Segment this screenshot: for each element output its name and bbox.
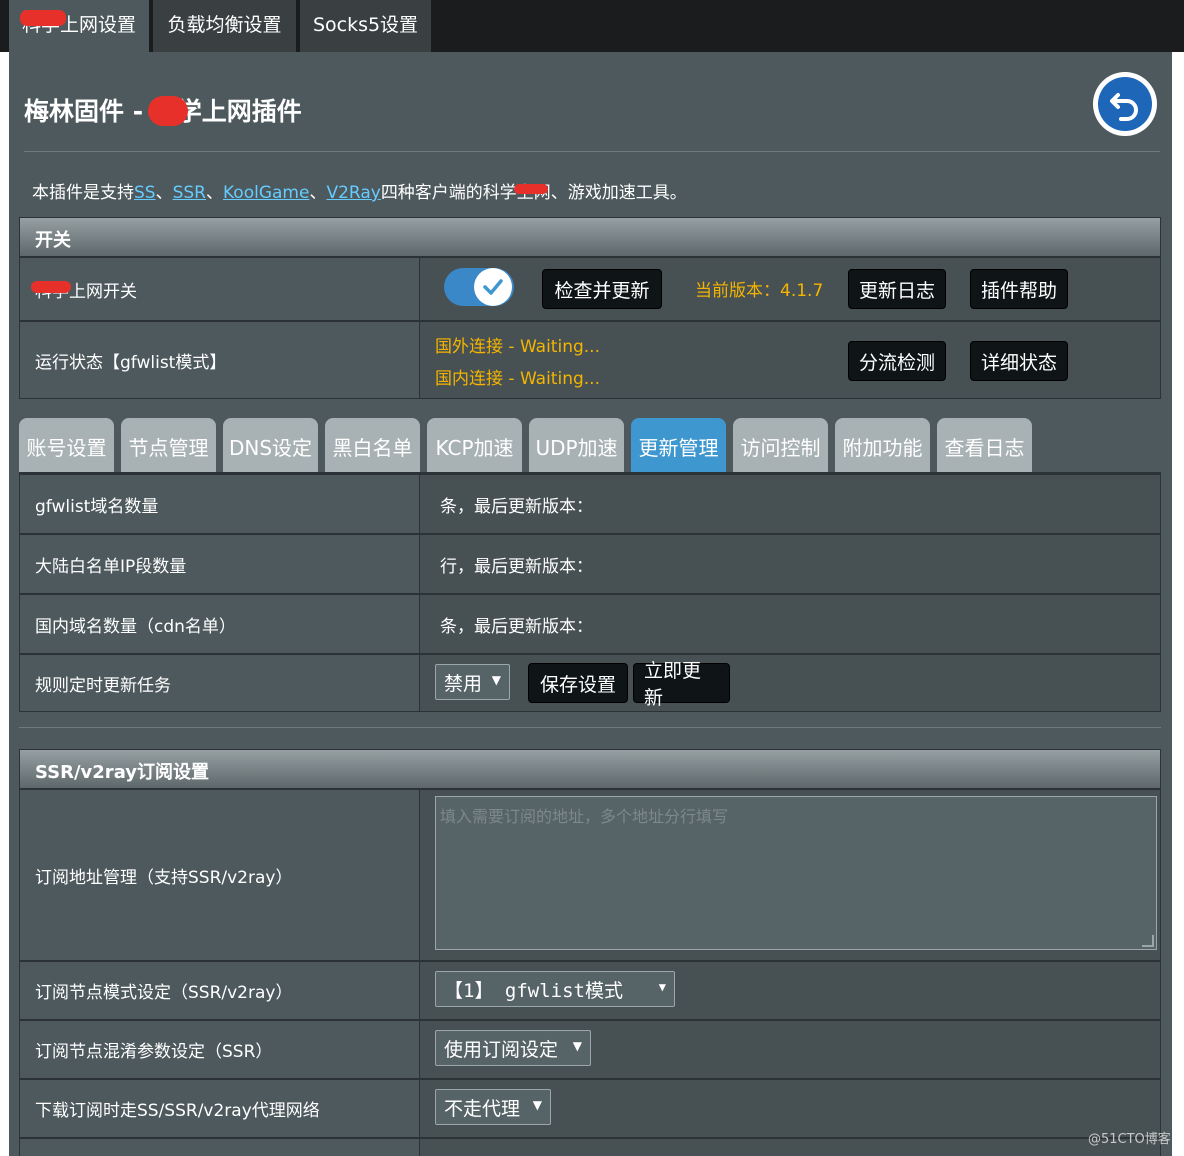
tab-dns[interactable]: DNS设定: [223, 418, 318, 474]
dropdown-arrow-icon: ▼: [572, 1039, 582, 1053]
tab-access-control[interactable]: 访问控制: [733, 418, 828, 474]
foreign-connection-status: 国外连接 - Waiting...: [435, 337, 600, 357]
checkmark-icon: [474, 268, 512, 306]
redaction-mark: [148, 96, 188, 126]
download-proxy-label: 下载订阅时走SS/SSR/v2ray代理网络: [20, 1080, 420, 1137]
schedule-select[interactable]: 禁用 ▼: [435, 664, 510, 700]
changelog-button[interactable]: 更新日志: [848, 269, 946, 309]
node-mode-row: 订阅节点模式设定（SSR/v2ray） 【1】 gfwlist模式 ▼: [19, 961, 1161, 1020]
proxy-switch-row: 科学上网开关 检查并更新 当前版本：4.1.7 更新日志 插件帮助: [19, 257, 1161, 321]
watermark: @51CTO博客: [1088, 1132, 1171, 1147]
schedule-row: 规则定时更新任务 禁用 ▼ 保存设置 立即更新: [19, 654, 1161, 712]
obfs-label: 订阅节点混淆参数设定（SSR）: [20, 1021, 420, 1078]
tab-socks5[interactable]: Socks5设置: [300, 0, 431, 52]
split-check-button[interactable]: 分流检测: [848, 341, 946, 381]
gfwlist-count-label: gfwlist域名数量: [20, 475, 420, 533]
link-v2ray[interactable]: V2Ray: [326, 183, 380, 203]
node-mode-select[interactable]: 【1】 gfwlist模式 ▼: [435, 971, 675, 1007]
top-tab-bar: 科学上网设置 负载均衡设置 Socks5设置: [0, 0, 1184, 52]
run-status-row: 运行状态【gfwlist模式】 国外连接 - Waiting... 国内连接 -…: [19, 321, 1161, 399]
proxy-toggle[interactable]: [444, 268, 514, 306]
next-row-partial: [19, 1138, 1161, 1156]
obfs-row: 订阅节点混淆参数设定（SSR） 使用订阅设定 ▼: [19, 1020, 1161, 1079]
resize-handle-icon[interactable]: [1142, 935, 1154, 947]
china-ip-count-row: 大陆白名单IP段数量 行，最后更新版本：: [19, 534, 1161, 594]
china-ip-count-value: 行，最后更新版本：: [440, 557, 593, 577]
gfwlist-count-row: gfwlist域名数量 条，最后更新版本：: [19, 474, 1161, 534]
dropdown-arrow-icon: ▼: [658, 980, 666, 994]
tab-update-management[interactable]: 更新管理: [631, 418, 726, 474]
cdn-count-row: 国内域名数量（cdn名单） 条，最后更新版本：: [19, 594, 1161, 654]
link-koolgame[interactable]: KoolGame: [223, 183, 309, 203]
china-ip-count-label: 大陆白名单IP段数量: [20, 535, 420, 593]
cdn-count-value: 条，最后更新版本：: [440, 617, 593, 637]
version-text: 当前版本：4.1.7: [695, 281, 824, 301]
cdn-count-label: 国内域名数量（cdn名单）: [20, 595, 420, 653]
download-proxy-select[interactable]: 不走代理 ▼: [435, 1089, 551, 1125]
subscription-address-textarea[interactable]: 填入需要订阅的地址，多个地址分行填写: [435, 796, 1157, 950]
save-settings-button[interactable]: 保存设置: [528, 663, 628, 703]
tab-proxy-settings[interactable]: 科学上网设置: [9, 0, 149, 52]
dropdown-arrow-icon: ▼: [491, 673, 501, 687]
dropdown-arrow-icon: ▼: [532, 1098, 542, 1112]
subscription-address-row: 订阅地址管理（支持SSR/v2ray） 填入需要订阅的地址，多个地址分行填写: [19, 789, 1161, 961]
schedule-label: 规则定时更新任务: [20, 655, 420, 711]
domestic-connection-status: 国内连接 - Waiting...: [435, 369, 600, 389]
redaction-mark: [20, 10, 66, 26]
tab-load-balance[interactable]: 负载均衡设置: [153, 0, 296, 52]
intro-text: 本插件是支持SS、SSR、KoolGame、V2Ray四种客户端的科学上网、游戏…: [32, 183, 687, 203]
link-ss[interactable]: SS: [134, 183, 156, 203]
update-now-button[interactable]: 立即更新: [633, 660, 730, 709]
tab-nodes[interactable]: 节点管理: [121, 418, 216, 474]
tab-account[interactable]: 账号设置: [19, 418, 114, 474]
proxy-switch-label: 科学上网开关: [20, 258, 420, 320]
run-status-label: 运行状态【gfwlist模式】: [20, 322, 420, 398]
section-header-switch: 开关: [19, 217, 1161, 257]
tab-udp[interactable]: UDP加速: [529, 418, 624, 474]
obfs-select[interactable]: 使用订阅设定 ▼: [435, 1030, 591, 1066]
link-ssr[interactable]: SSR: [173, 183, 206, 203]
detail-status-button[interactable]: 详细状态: [970, 341, 1068, 381]
plugin-help-button[interactable]: 插件帮助: [970, 269, 1068, 309]
download-proxy-row: 下载订阅时走SS/SSR/v2ray代理网络 不走代理 ▼: [19, 1079, 1161, 1138]
tab-blackwhite-list[interactable]: 黑白名单: [325, 418, 420, 474]
section-header-subscription: SSR/v2ray订阅设置: [19, 749, 1161, 789]
node-mode-label: 订阅节点模式设定（SSR/v2ray）: [20, 962, 420, 1019]
check-update-button[interactable]: 检查并更新: [542, 269, 662, 309]
gfwlist-count-value: 条，最后更新版本：: [440, 497, 593, 517]
tab-view-log[interactable]: 查看日志: [937, 418, 1032, 474]
title-divider: [24, 151, 1160, 152]
redaction-mark: [31, 281, 71, 293]
section-divider: [19, 727, 1161, 728]
tab-extras[interactable]: 附加功能: [835, 418, 930, 474]
back-arrow-icon: [1098, 77, 1152, 131]
tab-kcp[interactable]: KCP加速: [427, 418, 522, 474]
subscription-address-label: 订阅地址管理（支持SSR/v2ray）: [20, 790, 420, 960]
back-button[interactable]: [1093, 72, 1157, 136]
redaction-mark: [514, 184, 548, 194]
